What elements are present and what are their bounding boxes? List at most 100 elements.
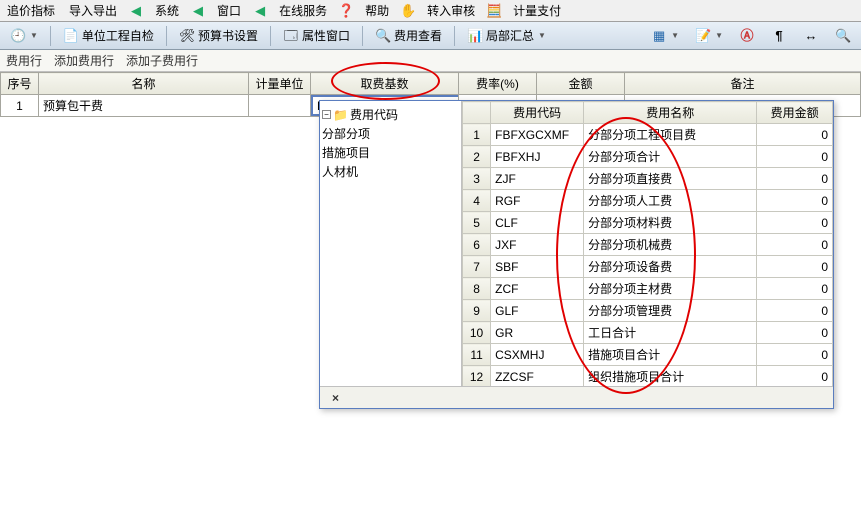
menu-audit[interactable]: 转入审核 <box>424 1 478 20</box>
cell-unit[interactable] <box>249 95 311 117</box>
row-code[interactable]: CLF <box>491 212 584 234</box>
row-name-cell[interactable]: 工日合计 <box>584 322 757 344</box>
detail-row[interactable]: 12ZZCSF组织措施项目合计0 <box>463 366 833 387</box>
tool-abc[interactable] <box>733 25 761 47</box>
detail-row[interactable]: 3ZJF分部分项直接费0 <box>463 168 833 190</box>
col-unit[interactable]: 计量单位 <box>249 73 311 95</box>
col-seq[interactable]: 序号 <box>1 73 39 95</box>
detail-row[interactable]: 7SBF分部分项设备费0 <box>463 256 833 278</box>
row-name-cell[interactable]: 分部分项管理费 <box>584 300 757 322</box>
detail-row[interactable]: 6JXF分部分项机械费0 <box>463 234 833 256</box>
fee-view-button[interactable]: 费用查看 <box>369 24 448 47</box>
dcol-rownum[interactable] <box>463 102 491 124</box>
back-icon-3[interactable] <box>252 3 268 19</box>
row-amount[interactable]: 0 <box>757 190 833 212</box>
budget-settings-button[interactable]: 预算书设置 <box>173 24 264 47</box>
col-remark[interactable]: 备注 <box>625 73 861 95</box>
row-code[interactable]: FBFXHJ <box>491 146 584 168</box>
row-code[interactable]: ZZCSF <box>491 366 584 387</box>
tree-collapse-icon[interactable]: − <box>322 110 331 119</box>
tree-child-1[interactable]: 分部分项 <box>322 124 459 143</box>
calc-icon[interactable] <box>486 3 502 19</box>
col-basis[interactable]: 取费基数 <box>311 73 459 95</box>
tree-child-2[interactable]: 措施项目 <box>322 143 459 162</box>
tool-wf[interactable]: ▼ <box>689 25 729 47</box>
back-icon-2[interactable] <box>190 3 206 19</box>
property-window-button[interactable]: 属性窗口 <box>277 24 356 47</box>
row-name-cell[interactable]: 分部分项人工费 <box>584 190 757 212</box>
menu-window[interactable]: 窗口 <box>214 1 244 20</box>
row-code[interactable]: ZCF <box>491 278 584 300</box>
row-amount[interactable]: 0 <box>757 278 833 300</box>
row-code[interactable]: RGF <box>491 190 584 212</box>
tool-zoom[interactable] <box>829 25 857 47</box>
tool-grid[interactable]: ▼ <box>645 25 685 47</box>
dcol-code[interactable]: 费用代码 <box>491 102 584 124</box>
row-amount[interactable]: 0 <box>757 124 833 146</box>
tool-para[interactable] <box>765 25 793 47</box>
menu-help[interactable]: 帮助 <box>362 1 392 20</box>
row-amount[interactable]: 0 <box>757 366 833 387</box>
row-amount[interactable]: 0 <box>757 300 833 322</box>
row-amount[interactable]: 0 <box>757 344 833 366</box>
row-code[interactable]: GR <box>491 322 584 344</box>
add-fee-row-link[interactable]: 添加费用行 <box>54 52 114 69</box>
popup-close-button[interactable]: × <box>328 391 343 405</box>
menu-price-index[interactable]: 追价指标 <box>4 1 58 20</box>
row-code[interactable]: GLF <box>491 300 584 322</box>
row-code[interactable]: FBFXGCXMF <box>491 124 584 146</box>
detail-row[interactable]: 10GR工日合计0 <box>463 322 833 344</box>
row-name-cell[interactable]: 分部分项主材费 <box>584 278 757 300</box>
tool-move[interactable] <box>797 25 825 47</box>
unit-self-check-button[interactable]: 单位工程自检 <box>57 24 160 47</box>
add-child-fee-row-link[interactable]: 添加子费用行 <box>126 52 198 69</box>
row-code[interactable]: ZJF <box>491 168 584 190</box>
detail-row[interactable]: 5CLF分部分项材料费0 <box>463 212 833 234</box>
cell-seq[interactable]: 1 <box>1 95 39 117</box>
row-name-cell[interactable]: 分部分项设备费 <box>584 256 757 278</box>
row-name-cell[interactable]: 措施项目合计 <box>584 344 757 366</box>
detail-grid[interactable]: 费用代码 费用名称 费用金额 1FBFXGCXMF分部分项工程项目费02FBFX… <box>462 101 833 386</box>
row-name-cell[interactable]: 组织措施项目合计 <box>584 366 757 387</box>
row-code[interactable]: JXF <box>491 234 584 256</box>
dcol-amount[interactable]: 费用金额 <box>757 102 833 124</box>
row-code[interactable]: SBF <box>491 256 584 278</box>
col-amount[interactable]: 金额 <box>537 73 625 95</box>
row-amount[interactable]: 0 <box>757 322 833 344</box>
row-amount[interactable]: 0 <box>757 256 833 278</box>
detail-row[interactable]: 9GLF分部分项管理费0 <box>463 300 833 322</box>
hand-icon[interactable] <box>400 3 416 19</box>
row-amount[interactable]: 0 <box>757 234 833 256</box>
detail-row[interactable]: 2FBFXHJ分部分项合计0 <box>463 146 833 168</box>
detail-row[interactable]: 11CSXMHJ措施项目合计0 <box>463 344 833 366</box>
dcol-name[interactable]: 费用名称 <box>584 102 757 124</box>
row-code[interactable]: CSXMHJ <box>491 344 584 366</box>
help-icon[interactable] <box>338 3 354 19</box>
detail-row[interactable]: 8ZCF分部分项主材费0 <box>463 278 833 300</box>
detail-row[interactable]: 1FBFXGCXMF分部分项工程项目费0 <box>463 124 833 146</box>
col-name[interactable]: 名称 <box>39 73 249 95</box>
cell-name[interactable]: 预算包干费 <box>39 95 249 117</box>
detail-row[interactable]: 4RGF分部分项人工费0 <box>463 190 833 212</box>
menu-measure-pay[interactable]: 计量支付 <box>510 1 564 20</box>
back-icon[interactable] <box>128 3 144 19</box>
menu-online[interactable]: 在线服务 <box>276 1 330 20</box>
history-dropdown[interactable]: ▼ <box>4 25 44 47</box>
menu-import-export[interactable]: 导入导出 <box>66 1 120 20</box>
partial-summary-button[interactable]: 局部汇总▼ <box>461 24 552 47</box>
row-amount[interactable]: 0 <box>757 168 833 190</box>
tree-root[interactable]: − 📁 费用代码 <box>322 105 459 124</box>
tree-pane[interactable]: − 📁 费用代码 分部分项 措施项目 人材机 <box>320 101 462 386</box>
row-amount[interactable]: 0 <box>757 146 833 168</box>
row-name-cell[interactable]: 分部分项材料费 <box>584 212 757 234</box>
tree-child-3[interactable]: 人材机 <box>322 162 459 181</box>
col-rate[interactable]: 费率(%) <box>459 73 537 95</box>
row-name-cell[interactable]: 分部分项合计 <box>584 146 757 168</box>
row-name-cell[interactable]: 分部分项直接费 <box>584 168 757 190</box>
row-name-cell[interactable]: 分部分项工程项目费 <box>584 124 757 146</box>
menu-system[interactable]: 系统 <box>152 1 182 20</box>
detail-scroll[interactable]: 费用代码 费用名称 费用金额 1FBFXGCXMF分部分项工程项目费02FBFX… <box>462 101 833 386</box>
fee-row-link[interactable]: 费用行 <box>6 52 42 69</box>
row-name-cell[interactable]: 分部分项机械费 <box>584 234 757 256</box>
row-amount[interactable]: 0 <box>757 212 833 234</box>
